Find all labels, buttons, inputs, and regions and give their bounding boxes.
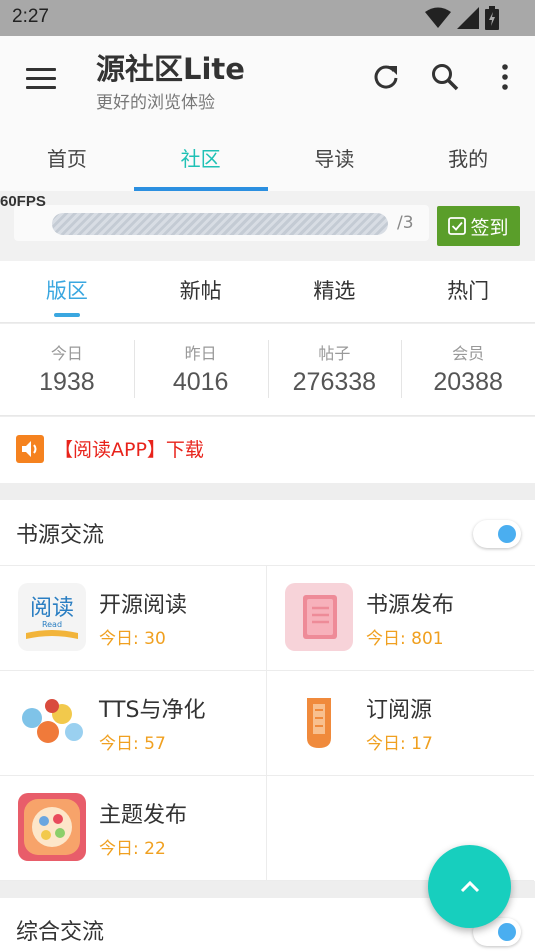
checkin-progress-container <box>14 205 429 241</box>
status-time: 2:27 <box>12 6 49 27</box>
tab-guide[interactable]: 导读 <box>268 136 402 191</box>
book-source-icon <box>285 583 353 651</box>
stat-value: 4016 <box>172 368 229 396</box>
subscribe-icon <box>285 688 353 756</box>
forum-item-theme[interactable]: 主题发布 今日: 22 <box>0 776 267 881</box>
forum-name: 书源发布 <box>366 593 455 618</box>
section-book-source: 书源交流 阅读 Read 开源阅读 今日: 30 书源发布 今日: 801 TT… <box>0 500 535 881</box>
stat-label: 昨日 <box>184 344 217 363</box>
forum-item-subscribe[interactable]: 订阅源 今日: 17 <box>267 671 534 776</box>
chevron-up-icon <box>460 880 479 892</box>
read-app-icon: 阅读 Read <box>18 583 86 651</box>
section-toggle[interactable] <box>473 520 521 548</box>
stat-value: 20388 <box>433 368 503 396</box>
forum-today-count: 今日: 22 <box>99 839 166 859</box>
theme-icon <box>18 793 86 861</box>
app-bar: 源社区Lite 更好的浏览体验 首页 社区 导读 我的 <box>0 36 535 191</box>
app-title: 源社区Lite <box>96 52 245 86</box>
battery-icon <box>485 6 499 30</box>
app-subtitle: 更好的浏览体验 <box>96 93 215 113</box>
signin-button[interactable]: 签到 <box>437 206 520 246</box>
checkin-bar: /3 签到 <box>0 191 535 261</box>
forum-name: 主题发布 <box>99 803 188 828</box>
fps-counter: 60FPS <box>0 193 46 210</box>
stat-today: 今日 1938 <box>0 324 134 415</box>
forum-item-open-read[interactable]: 阅读 Read 开源阅读 今日: 30 <box>0 566 267 671</box>
scroll-top-button[interactable] <box>428 845 511 928</box>
section-header: 书源交流 <box>0 500 535 566</box>
wifi-icon <box>425 7 451 28</box>
stats-panel: 今日 1938 昨日 4016 帖子 276338 会员 20388 <box>0 324 535 416</box>
tab-home[interactable]: 首页 <box>0 136 134 191</box>
notice-bar[interactable]: 【阅读APP】下载 <box>0 417 535 483</box>
stat-label: 今日 <box>50 344 83 363</box>
main-tabs: 首页 社区 导读 我的 <box>0 136 535 191</box>
svg-text:阅读: 阅读 <box>30 596 74 621</box>
signal-icon <box>457 7 479 29</box>
forum-today-count: 今日: 57 <box>99 734 166 754</box>
checkin-progress-bar <box>52 213 388 235</box>
subtab-new-posts[interactable]: 新帖 <box>134 261 268 322</box>
forum-today-count: 今日: 30 <box>99 629 166 649</box>
subtab-featured[interactable]: 精选 <box>268 261 402 322</box>
section-title: 综合交流 <box>16 920 105 945</box>
refresh-icon[interactable] <box>371 62 401 92</box>
forum-today-count: 今日: 801 <box>366 629 444 649</box>
status-bar: 2:27 <box>0 0 535 36</box>
forum-name: TTS与净化 <box>99 698 206 723</box>
tab-community[interactable]: 社区 <box>133 136 268 191</box>
section-title: 书源交流 <box>16 523 105 548</box>
forum-item-source-release[interactable]: 书源发布 今日: 801 <box>267 566 534 671</box>
signin-label: 签到 <box>470 216 509 239</box>
sub-tabs: 版区 新帖 精选 热门 <box>0 261 535 323</box>
speaker-icon <box>16 435 44 463</box>
notice-text[interactable]: 【阅读APP】下载 <box>54 435 204 462</box>
forum-item-tts[interactable]: TTS与净化 今日: 57 <box>0 671 267 776</box>
checkin-progress-total: /3 <box>397 213 414 233</box>
stat-value: 276338 <box>292 368 377 396</box>
subtab-forums[interactable]: 版区 <box>0 261 134 322</box>
forum-name: 订阅源 <box>366 698 433 723</box>
forum-today-count: 今日: 17 <box>366 734 433 754</box>
stat-yesterday: 昨日 4016 <box>133 324 268 415</box>
menu-icon[interactable] <box>26 68 56 90</box>
stat-value: 1938 <box>39 368 95 396</box>
subtab-hot[interactable]: 热门 <box>401 261 535 322</box>
forum-grid: 阅读 Read 开源阅读 今日: 30 书源发布 今日: 801 TTS与净化 … <box>0 566 535 881</box>
checkbox-icon <box>448 217 467 235</box>
stat-label: 会员 <box>452 344 485 363</box>
forum-name: 开源阅读 <box>99 593 188 618</box>
more-options-icon[interactable] <box>490 62 520 92</box>
tts-icon <box>18 688 86 756</box>
status-icons <box>425 6 499 30</box>
search-icon[interactable] <box>430 62 460 92</box>
svg-text:Read: Read <box>42 620 62 629</box>
stat-posts: 帖子 276338 <box>267 324 402 415</box>
tab-mine[interactable]: 我的 <box>401 136 535 191</box>
stat-members: 会员 20388 <box>401 324 535 415</box>
stat-label: 帖子 <box>318 344 351 363</box>
